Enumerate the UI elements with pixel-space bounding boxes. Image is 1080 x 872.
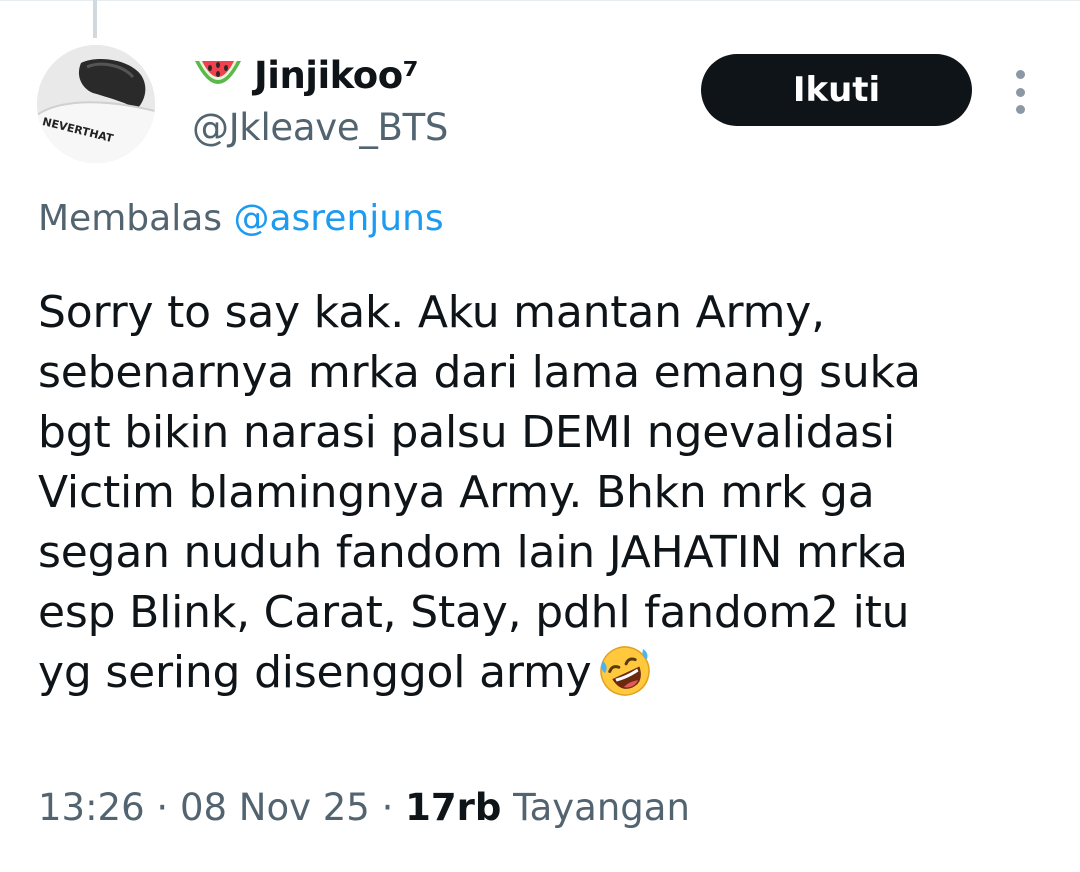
tweet-last-line: yg sering disenggol army — [38, 643, 1048, 703]
user-handle[interactable]: @Jkleave_BTS — [192, 106, 448, 149]
more-dot — [1015, 70, 1025, 79]
tweet-line: Victim blamingnya Army. Bhkn mrk ga — [38, 467, 875, 518]
tweet-line: yg sering disenggol army — [38, 647, 592, 698]
follow-button[interactable]: Ikuti — [701, 54, 972, 126]
avatar[interactable]: NEVERTHAT — [37, 45, 155, 163]
top-divider — [0, 0, 1080, 9]
tweet-line: esp Blink, Carat, Stay, pdhl fandom2 itu — [38, 587, 910, 638]
replying-to-mention[interactable]: @asrenjuns — [233, 198, 443, 239]
tweet-line: Sorry to say kak. Aku mantan Army, — [38, 287, 825, 338]
views-label[interactable]: Tayangan — [513, 786, 690, 829]
tweet-line: segan nuduh fandom lain JAHATIN mrka — [38, 527, 908, 578]
rolling-on-floor-laughing-icon — [600, 646, 651, 696]
tweet-meta: 13:26 · 08 Nov 25 · 17rb Tayangan — [38, 786, 690, 829]
views-count[interactable]: 17rb — [405, 786, 501, 829]
meta-separator: · — [144, 786, 180, 829]
more-dot — [1015, 87, 1025, 97]
replying-to: Membalas @asrenjuns — [38, 198, 444, 239]
display-name[interactable]: Jinjikoo⁷ — [254, 54, 419, 97]
tweet-time[interactable]: 13:26 — [38, 786, 145, 829]
user-name-row[interactable]: Jinjikoo⁷ — [192, 52, 419, 98]
watermelon-icon — [195, 61, 241, 84]
tweet-line: bgt bikin narasi palsu DEMI ngevalidasi — [38, 407, 895, 458]
thread-connector-line — [93, 0, 97, 38]
more-vertical-icon[interactable] — [1004, 70, 1036, 114]
meta-separator: · — [369, 786, 406, 829]
tweet-page: NEVERTHAT Jinjikoo⁷ @Jkleave_BTS Ikuti M… — [0, 0, 1080, 872]
tweet-text: Sorry to say kak. Aku mantan Army, seben… — [38, 283, 1048, 703]
more-dot — [1015, 105, 1025, 114]
tweet-date[interactable]: 08 Nov 25 — [180, 786, 370, 829]
replying-to-label: Membalas — [38, 198, 223, 239]
tweet-line: sebenarnya mrka dari lama emang suka — [38, 347, 921, 398]
